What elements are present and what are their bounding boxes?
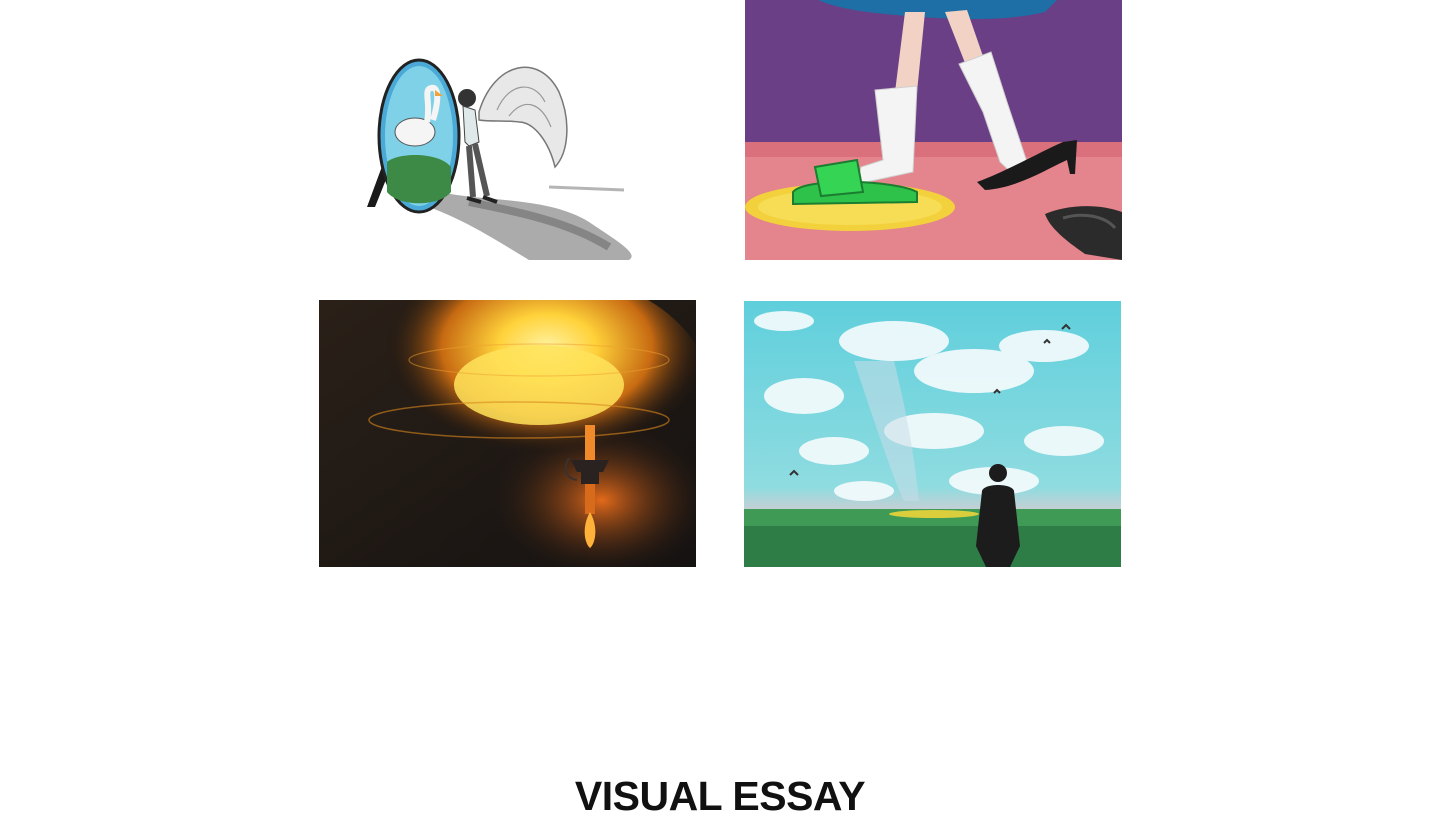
gallery-item-slippers-heels[interactable] [745,0,1122,260]
gallery-item-flaming-torch[interactable] [319,300,696,567]
feet-slippers-heels-illustration [745,0,1122,260]
gallery-item-angel-mirror[interactable] [319,0,697,260]
silhouette-sky-clouds-illustration [744,301,1121,567]
flaming-torch-illustration [319,300,696,567]
section-title: VISUAL ESSAY [574,773,866,819]
gallery-item-sky-silhouette[interactable] [744,301,1121,567]
illustration-gallery [0,0,1440,600]
angel-mirror-swan-illustration [319,0,697,260]
